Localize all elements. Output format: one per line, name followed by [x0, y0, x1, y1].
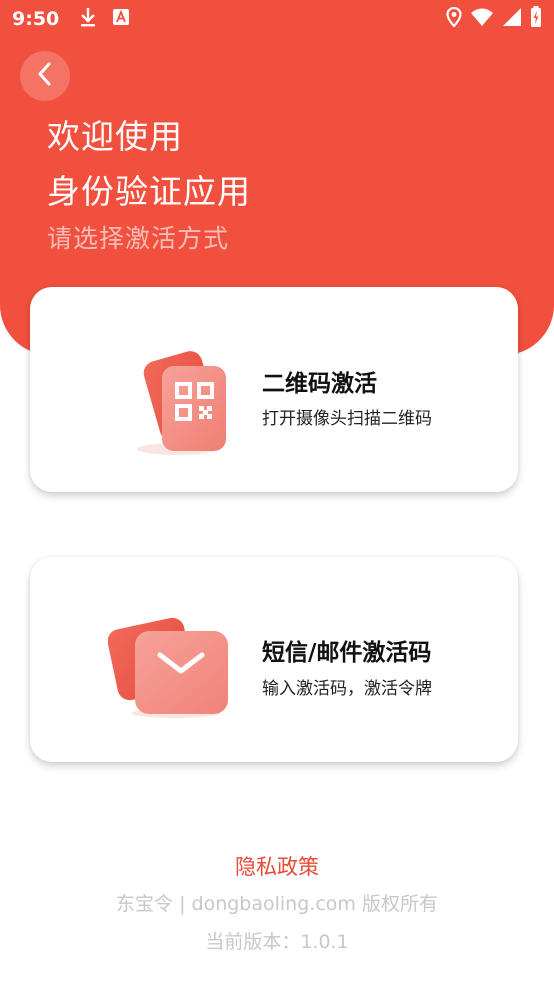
status-time: 9:50 [12, 8, 60, 30]
page-title-line1: 欢迎使用 [47, 117, 183, 156]
back-button[interactable] [20, 51, 70, 101]
font-a-icon [113, 9, 130, 29]
qr-activation-title: 二维码激活 [262, 371, 377, 397]
code-activation-title: 短信/邮件激活码 [262, 640, 432, 666]
download-icon [79, 7, 97, 31]
status-bar: 9:50 [0, 0, 554, 38]
wifi-icon [470, 7, 494, 31]
page-subtitle: 请选择激活方式 [47, 224, 230, 253]
copyright-text: 东宝令 | dongbaoling.com 版权所有 [116, 893, 438, 915]
code-activation-description: 输入激活码，激活令牌 [262, 679, 432, 699]
envelope-icon [107, 615, 233, 720]
qr-activation-card[interactable]: 二维码激活 打开摄像头扫描二维码 [30, 287, 518, 492]
chevron-left-icon [36, 61, 54, 91]
battery-icon [530, 6, 542, 32]
code-activation-card[interactable]: 短信/邮件激活码 输入激活码，激活令牌 [30, 557, 518, 762]
qr-activation-description: 打开摄像头扫描二维码 [262, 409, 432, 429]
version-text: 当前版本：1.0.1 [205, 931, 349, 953]
page-title-line2: 身份验证应用 [47, 172, 251, 211]
location-icon [446, 6, 462, 31]
privacy-policy-link[interactable]: 隐私政策 [0, 851, 554, 881]
qr-code-icon [115, 349, 235, 459]
signal-icon [502, 7, 522, 31]
